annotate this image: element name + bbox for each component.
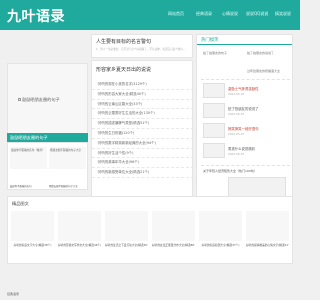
- sidebar-item-date: 2022-05-07: [228, 152, 245, 156]
- thumbnail[interactable]: [203, 103, 225, 118]
- post-card[interactable]: 好听的家庭文字大全(精选38个): [11, 211, 54, 258]
- post-caption[interactable]: 好听的感情唯美的心情文字(精选21个): [246, 243, 289, 247]
- sidebar-top-item[interactable]: 拍了拍朋友的说说了: [247, 51, 274, 55]
- post-thumbnail[interactable]: [11, 211, 54, 241]
- sidebar-hot: 热门搞笑 拍了拍朋友的句子 拍了拍朋友的说说了 过年给朋友的祝福语大全 激励士气…: [196, 34, 293, 212]
- site-logo[interactable]: 九叶语录: [7, 6, 65, 26]
- nav-qq-posts[interactable]: 说说QQ说说: [246, 11, 268, 17]
- featured-image-alt: 鼓励晒朋友圈的句子: [22, 97, 60, 102]
- nav-classic-quotes[interactable]: 经典语录: [196, 11, 212, 17]
- list-item[interactable]: ·好听的数字精英新新经典的大全(94个): [92, 139, 194, 149]
- nav-mood-posts[interactable]: 心情说说: [222, 11, 238, 17]
- thumbnail-caption: 晒朋友圈不服输的句子大全: [50, 149, 82, 152]
- sidebar-header: 热门搞笑: [197, 35, 292, 45]
- featured-posts-section: 精品图文 好听的家庭文字大全(精选38个) 好听的形容文写作文大全(精选46个)…: [7, 196, 293, 264]
- category-thumbnail[interactable]: 晒朋友圈不服输的句子大全: [49, 147, 86, 169]
- list-item[interactable]: ·好听的故事年华大全(96个): [92, 158, 194, 169]
- post-card[interactable]: 好听的形容文写作文大全(精选46个): [58, 211, 101, 258]
- sidebar-item-title[interactable]: 搞笑搞笑一段好语句: [228, 126, 259, 131]
- post-caption[interactable]: 好听的生活之下爱打动大全(精选30个): [105, 243, 148, 247]
- sidebar-item-title[interactable]: 激励士气奔勇激励性: [228, 86, 259, 91]
- category-item-caption[interactable]: 鼓励你不服输的名句: [10, 184, 32, 188]
- nav-funny-posts[interactable]: 搞笑说说: [275, 11, 291, 17]
- main-article-list: 形容家乡夏天日出的说说 ·好听的现在小孩的名字(3129个) ·好听的形容大家大…: [91, 60, 194, 210]
- sidebar-item-title[interactable]: 男孩什么说说精彩: [228, 146, 255, 151]
- post-thumbnail[interactable]: [105, 211, 148, 241]
- list-item[interactable]: ·好听的描述暴脾气类型(精选51个): [92, 119, 194, 129]
- post-card[interactable]: 好听的女生正能量分布大全(精选86个): [152, 211, 195, 258]
- post-thumbnail[interactable]: [246, 211, 289, 241]
- post-thumbnail[interactable]: [199, 211, 242, 241]
- banner-title[interactable]: 人生要有目标的名言警句: [96, 39, 188, 45]
- list-item[interactable]: ·好听的云南山区春大全(33个): [92, 100, 194, 110]
- post-thumbnail[interactable]: [58, 211, 101, 241]
- list-item[interactable]: ·好听的现在小孩的名字(3129个): [92, 80, 194, 90]
- category-header: 鼓励晒朋友圈的句子: [7, 133, 88, 142]
- divider: [201, 79, 290, 80]
- post-thumbnail[interactable]: [152, 211, 195, 241]
- main-list-title[interactable]: 形容家乡夏天日出的说说: [96, 66, 151, 73]
- sidebar-title[interactable]: 热门搞笑: [201, 38, 219, 43]
- category-thumbnail[interactable]: 鼓励你不服输的名句（推荐）: [10, 147, 47, 169]
- post-caption[interactable]: 好听的家庭和谐大全(精选37个): [199, 243, 242, 247]
- sidebar-item-date: 2022-05-07: [228, 132, 245, 136]
- nav-home[interactable]: 网站首页: [168, 11, 184, 17]
- thumbnail[interactable]: [203, 143, 225, 158]
- featured-banner[interactable]: 人生要有目标的名言警句 1、男人一生必要的，它不过于点个好感情了，不认识你，知道…: [91, 34, 193, 58]
- sidebar-top-item[interactable]: 过年给朋友的祝福语大全: [247, 69, 280, 73]
- post-card[interactable]: 好听的感情唯美的心情文字(精选21个): [246, 211, 289, 258]
- sidebar-item-date: 2022-05-07: [228, 92, 245, 96]
- thumbnail[interactable]: [203, 123, 225, 138]
- category-grid: 鼓励你不服输的名句（推荐） 晒朋友圈不服输的句子大全 鼓励你不服输的名句 晒朋友…: [7, 142, 88, 190]
- list-item[interactable]: ·好听的云雪男好生生活的大全(130个): [92, 109, 194, 120]
- post-card[interactable]: 好听的生活之下爱打动大全(精选30个): [105, 211, 148, 258]
- post-card[interactable]: 好听的家庭和谐大全(精选37个): [199, 211, 242, 258]
- footer-label[interactable]: 经典语录: [7, 292, 19, 296]
- thumbnail[interactable]: [203, 83, 225, 98]
- category-title[interactable]: 鼓励晒朋友圈的句子: [10, 135, 48, 141]
- sidebar-top-item[interactable]: 拍了拍朋友的句子: [203, 51, 227, 55]
- divider: [201, 165, 290, 166]
- site-header: 九叶语录 网站首页 经典语录 心情说说 说说QQ说说 搞笑说说: [0, 0, 300, 30]
- broken-image-icon: [18, 97, 21, 101]
- sidebar-item-title[interactable]: 拍了拍朋友的说说了: [228, 106, 259, 111]
- list-item[interactable]: ·好听的新感受单位大全(精选21个): [92, 168, 194, 178]
- section-title[interactable]: 精品图文: [12, 201, 29, 207]
- banner-text: 1、男人一生必要的，它不过于点个好感情了，不认识你，知道它只是个做人...: [96, 48, 186, 51]
- post-caption[interactable]: 好听的家庭文字大全(精选38个): [11, 243, 54, 247]
- post-caption[interactable]: 好听的女生正能量分布大全(精选86个): [152, 243, 195, 247]
- thumbnail-caption: 鼓励你不服输的名句（推荐）: [11, 149, 45, 152]
- category-item-caption[interactable]: 晒朋友圈不服输的句子大全: [49, 184, 78, 188]
- sidebar-item-date: 2022-05-07: [228, 112, 245, 116]
- list-item[interactable]: ·好听的形容大家大全(精选40个): [92, 90, 194, 100]
- sidebar-blurb[interactable]: 关于年轻人经济短暂大全（热门100句）: [203, 169, 257, 173]
- list-item[interactable]: ·好听的生日祝福(120个): [92, 129, 194, 139]
- post-caption[interactable]: 好听的形容文写作文大全(精选46个): [58, 243, 101, 247]
- list-item[interactable]: ·好听的好生活个性(9个): [92, 149, 194, 159]
